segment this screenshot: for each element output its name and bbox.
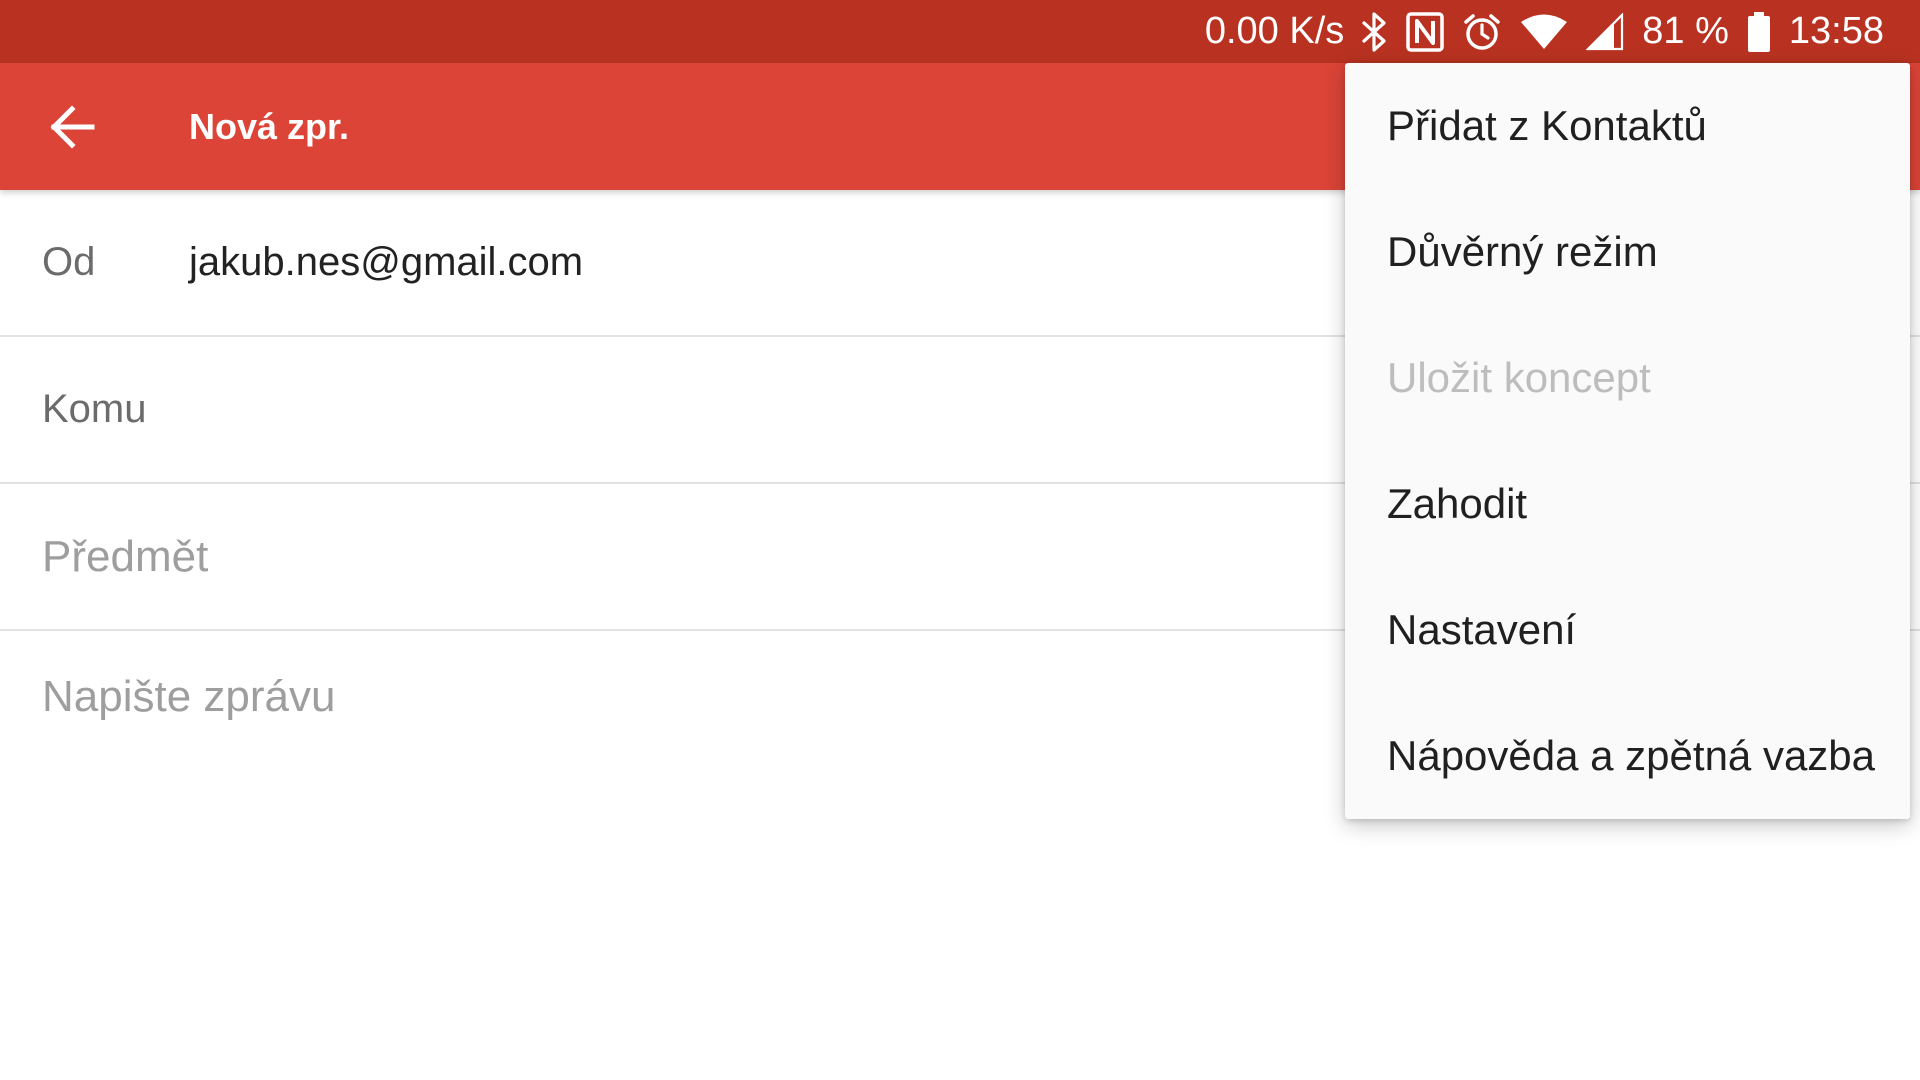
status-bar: 0.00 K/s 81 % 13:58	[0, 0, 1920, 63]
menu-item-settings[interactable]: Nastavení	[1345, 567, 1910, 693]
page-title: Nová zpr.	[189, 106, 350, 147]
menu-item-help-feedback[interactable]: Nápověda a zpětná vazba	[1345, 693, 1910, 819]
net-speed: 0.00 K/s	[1204, 10, 1345, 52]
gmail-compose-screen: 0.00 K/s 81 % 13:58 Nová zpr. Od jakub.n…	[0, 0, 1920, 1080]
from-label: Od	[42, 240, 96, 284]
message-body-input[interactable]	[30, 660, 1330, 1040]
overflow-menu: Přidat z Kontaktů Důvěrný režim Uložit k…	[1345, 63, 1910, 819]
from-account[interactable]: jakub.nes@gmail.com	[189, 190, 583, 335]
menu-item-confidential-mode[interactable]: Důvěrný režim	[1345, 189, 1910, 315]
menu-item-save-draft: Uložit koncept	[1387, 354, 1651, 401]
to-input[interactable]	[180, 367, 1330, 452]
cell-signal-icon	[1586, 12, 1624, 51]
battery-percent: 81 %	[1642, 10, 1729, 52]
back-button[interactable]	[30, 85, 114, 169]
alarm-icon	[1462, 12, 1502, 52]
arrow-back-icon	[50, 105, 95, 149]
to-label: Komu	[42, 387, 147, 431]
clock: 13:58	[1788, 10, 1884, 52]
bluetooth-icon	[1362, 11, 1388, 52]
subject-input[interactable]	[30, 514, 1330, 599]
menu-item-add-from-contacts[interactable]: Přidat z Kontaktů	[1345, 63, 1910, 189]
menu-item-discard[interactable]: Zahodit	[1345, 441, 1910, 567]
nfc-icon	[1406, 11, 1445, 52]
battery-icon	[1747, 11, 1771, 52]
wifi-icon	[1520, 13, 1568, 51]
